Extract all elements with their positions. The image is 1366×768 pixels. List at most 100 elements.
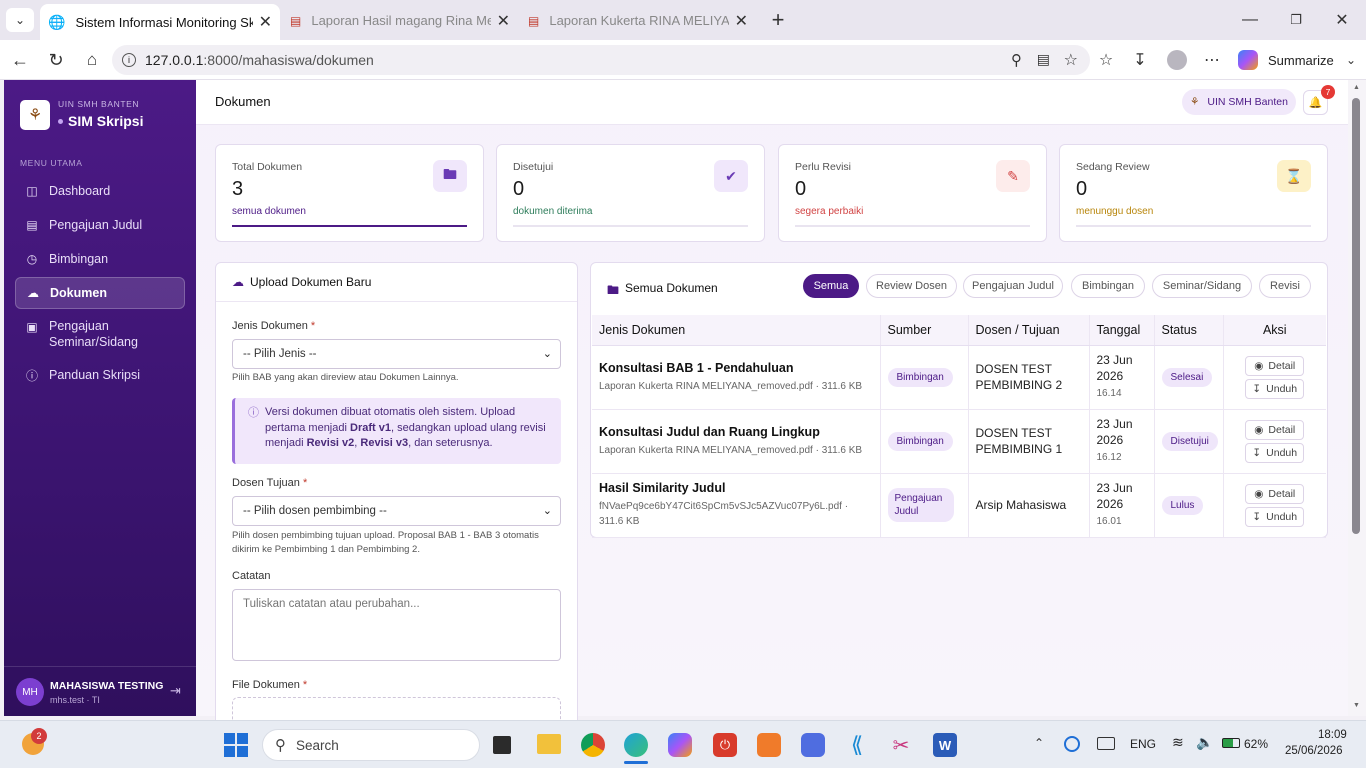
minimize-icon[interactable]: —: [1240, 8, 1260, 32]
close-window-icon[interactable]: ✕: [1332, 8, 1352, 32]
site-info-icon[interactable]: i: [122, 53, 136, 67]
keyboard-icon[interactable]: [1097, 737, 1115, 750]
file-explorer-icon[interactable]: [537, 734, 561, 754]
discord-icon[interactable]: [801, 733, 825, 757]
unduh-button[interactable]: ↧ Unduh: [1245, 378, 1305, 399]
reader-view-icon[interactable]: ▤: [1037, 51, 1050, 68]
source-badge: Pengajuan Judul: [887, 488, 955, 522]
battery-icon[interactable]: [1222, 738, 1240, 748]
stat-sub: dokumen diterima: [513, 206, 593, 217]
tab-sim-skripsi[interactable]: 🌐 Sistem Informasi Monitoring Skripsi ✕: [40, 4, 280, 40]
filter-seminar-sidang[interactable]: Seminar/Sidang: [1152, 274, 1252, 298]
vscode-icon[interactable]: ⟪: [845, 732, 869, 757]
notification-count-badge: 7: [1321, 85, 1335, 99]
clock-date[interactable]: 25/06/2026: [1285, 745, 1343, 757]
date-line-1: 23 Jun: [1096, 353, 1133, 367]
dosen-cell: Arsip Mahasiswa: [968, 473, 1090, 538]
edit-icon: ✎: [996, 160, 1030, 192]
sidebar-item-panduan[interactable]: ⓘ Panduan Skripsi: [15, 359, 185, 391]
new-tab-icon[interactable]: +: [766, 7, 790, 32]
chevron-down-icon[interactable]: ⌄: [1342, 48, 1360, 72]
doc-cell: Hasil Similarity Judul fNVaePq9ce6bY47Cit…: [592, 473, 881, 538]
close-tab-icon[interactable]: ✕: [735, 11, 748, 31]
dosen-select[interactable]: -- Pilih dosen pembimbing -- ⌄: [232, 496, 561, 526]
sidebar-item-pengajuan-judul[interactable]: ▤ Pengajuan Judul: [15, 209, 185, 241]
detail-label: Detail: [1268, 487, 1296, 500]
detail-button[interactable]: ◉ Detail: [1245, 355, 1305, 376]
download-icon: ↧: [1252, 382, 1262, 395]
time: 16.12: [1096, 452, 1122, 463]
tab-laporan-magang[interactable]: ▤ Laporan Hasil magang Rina Meliyana ✕: [282, 5, 518, 36]
onedrive-icon[interactable]: [1064, 736, 1080, 752]
page-title: Dokumen: [215, 94, 271, 109]
close-tab-icon[interactable]: ✕: [259, 12, 272, 32]
favorite-star-icon[interactable]: ☆: [1064, 50, 1078, 70]
detail-button[interactable]: ◉ Detail: [1245, 419, 1305, 440]
task-view-icon[interactable]: [493, 736, 511, 754]
menu-section-label: MENU UTAMA: [20, 158, 83, 168]
address-bar[interactable]: i 127.0.0.1:8000/mahasiswa/dokumen ⚲ ▤ ☆: [112, 45, 1090, 75]
language-indicator[interactable]: ENG: [1130, 737, 1156, 751]
edge-icon[interactable]: [624, 733, 648, 757]
power-app-icon[interactable]: ⏻: [713, 733, 737, 757]
download-icon[interactable]: ↧: [1128, 48, 1152, 72]
column-header: Jenis Dokumen: [592, 315, 881, 346]
windows-start-icon[interactable]: [224, 733, 248, 757]
jenis-select[interactable]: -- Pilih Jenis -- ⌄: [232, 339, 561, 369]
taskbar-search[interactable]: ⚲ Search: [262, 729, 480, 761]
table-row: Konsultasi Judul dan Ruang Lingkup Lapora…: [592, 409, 1326, 474]
zoom-icon[interactable]: ⚲: [1011, 51, 1022, 69]
unduh-button[interactable]: ↧ Unduh: [1245, 442, 1305, 463]
scroll-down-icon[interactable]: ▼: [1353, 702, 1360, 709]
unduh-button[interactable]: ↧ Unduh: [1245, 506, 1305, 527]
info-revisi-v2: Revisi v2: [306, 437, 355, 449]
doc-file: Laporan Kukerta RINA MELIYANA_removed.pd…: [599, 380, 863, 392]
favorites-icon[interactable]: ☆: [1094, 48, 1118, 72]
dosen-cell: DOSEN TEST PEMBIMBING 2: [968, 345, 1090, 410]
reload-icon[interactable]: ↻: [44, 48, 68, 72]
version-info-box: ⓘ Versi dokumen dibuat otomatis oleh sis…: [232, 398, 561, 464]
filter-semua[interactable]: Semua: [803, 274, 859, 298]
sidebar-item-bimbingan[interactable]: ◷ Bimbingan: [15, 243, 185, 275]
globe-icon: 🌐: [48, 13, 66, 30]
clock-time[interactable]: 18:09: [1318, 729, 1347, 741]
more-menu-icon[interactable]: ⋯: [1200, 48, 1224, 72]
scrollbar-thumb[interactable]: [1352, 98, 1360, 534]
filter-bimbingan[interactable]: Bimbingan: [1071, 274, 1145, 298]
upload-title: Upload Dokumen Baru: [250, 275, 372, 289]
home-icon[interactable]: ⌂: [80, 48, 104, 72]
wifi-icon[interactable]: ≋: [1172, 734, 1184, 751]
filter-review-dosen[interactable]: Review Dosen: [866, 274, 957, 298]
logout-icon[interactable]: ⇥: [170, 683, 181, 699]
sidebar-item-label: Pengajuan Seminar/Sidang: [49, 318, 138, 350]
uin-logo-icon: ⚘: [20, 100, 50, 130]
date-line-1: 23 Jun: [1096, 417, 1133, 431]
sidebar-item-seminar-sidang[interactable]: ▣ Pengajuan Seminar/Sidang: [15, 318, 185, 354]
tab-list-chevron-icon[interactable]: ⌄: [6, 8, 34, 32]
summarize-button[interactable]: Summarize: [1238, 46, 1338, 74]
profile-avatar-icon[interactable]: [1167, 50, 1187, 70]
taskbar: 2 ⚲ Search ⏻ ⟪ ✂ W ⌃ ENG ≋ 🔈 62% 18:09 2…: [0, 720, 1366, 768]
back-icon[interactable]: ←: [8, 48, 32, 72]
eye-icon: ◉: [1254, 487, 1264, 500]
filter-revisi[interactable]: Revisi: [1259, 274, 1311, 298]
filter-pengajuan-judul[interactable]: Pengajuan Judul: [963, 274, 1063, 298]
tray-chevron-up-icon[interactable]: ⌃: [1034, 736, 1044, 750]
sidebar-item-dokumen[interactable]: ☁ Dokumen: [15, 277, 185, 309]
detail-button[interactable]: ◉ Detail: [1245, 483, 1305, 504]
chrome-icon[interactable]: [581, 733, 605, 757]
app-name-label: SIM Skripsi: [68, 113, 144, 129]
xampp-icon[interactable]: [757, 733, 781, 757]
close-tab-icon[interactable]: ✕: [497, 11, 510, 31]
sidebar-item-dashboard[interactable]: ◫ Dashboard: [15, 175, 185, 207]
copilot-icon[interactable]: [668, 733, 692, 757]
catatan-textarea[interactable]: [232, 589, 561, 661]
tab-laporan-kukerta[interactable]: ▤ Laporan Kukerta RINA MELIYANA ✕: [520, 5, 756, 36]
scroll-up-icon[interactable]: ▲: [1353, 84, 1360, 91]
snipping-tool-icon[interactable]: ✂: [889, 733, 913, 757]
restore-icon[interactable]: ❐: [1286, 8, 1306, 32]
word-icon[interactable]: W: [933, 733, 957, 757]
page-scrollbar[interactable]: ▲ ▼: [1348, 80, 1366, 716]
speaker-icon[interactable]: 🔈: [1196, 734, 1213, 751]
stat-card-disetujui: Disetujui 0 dokumen diterima ✔: [496, 144, 765, 242]
